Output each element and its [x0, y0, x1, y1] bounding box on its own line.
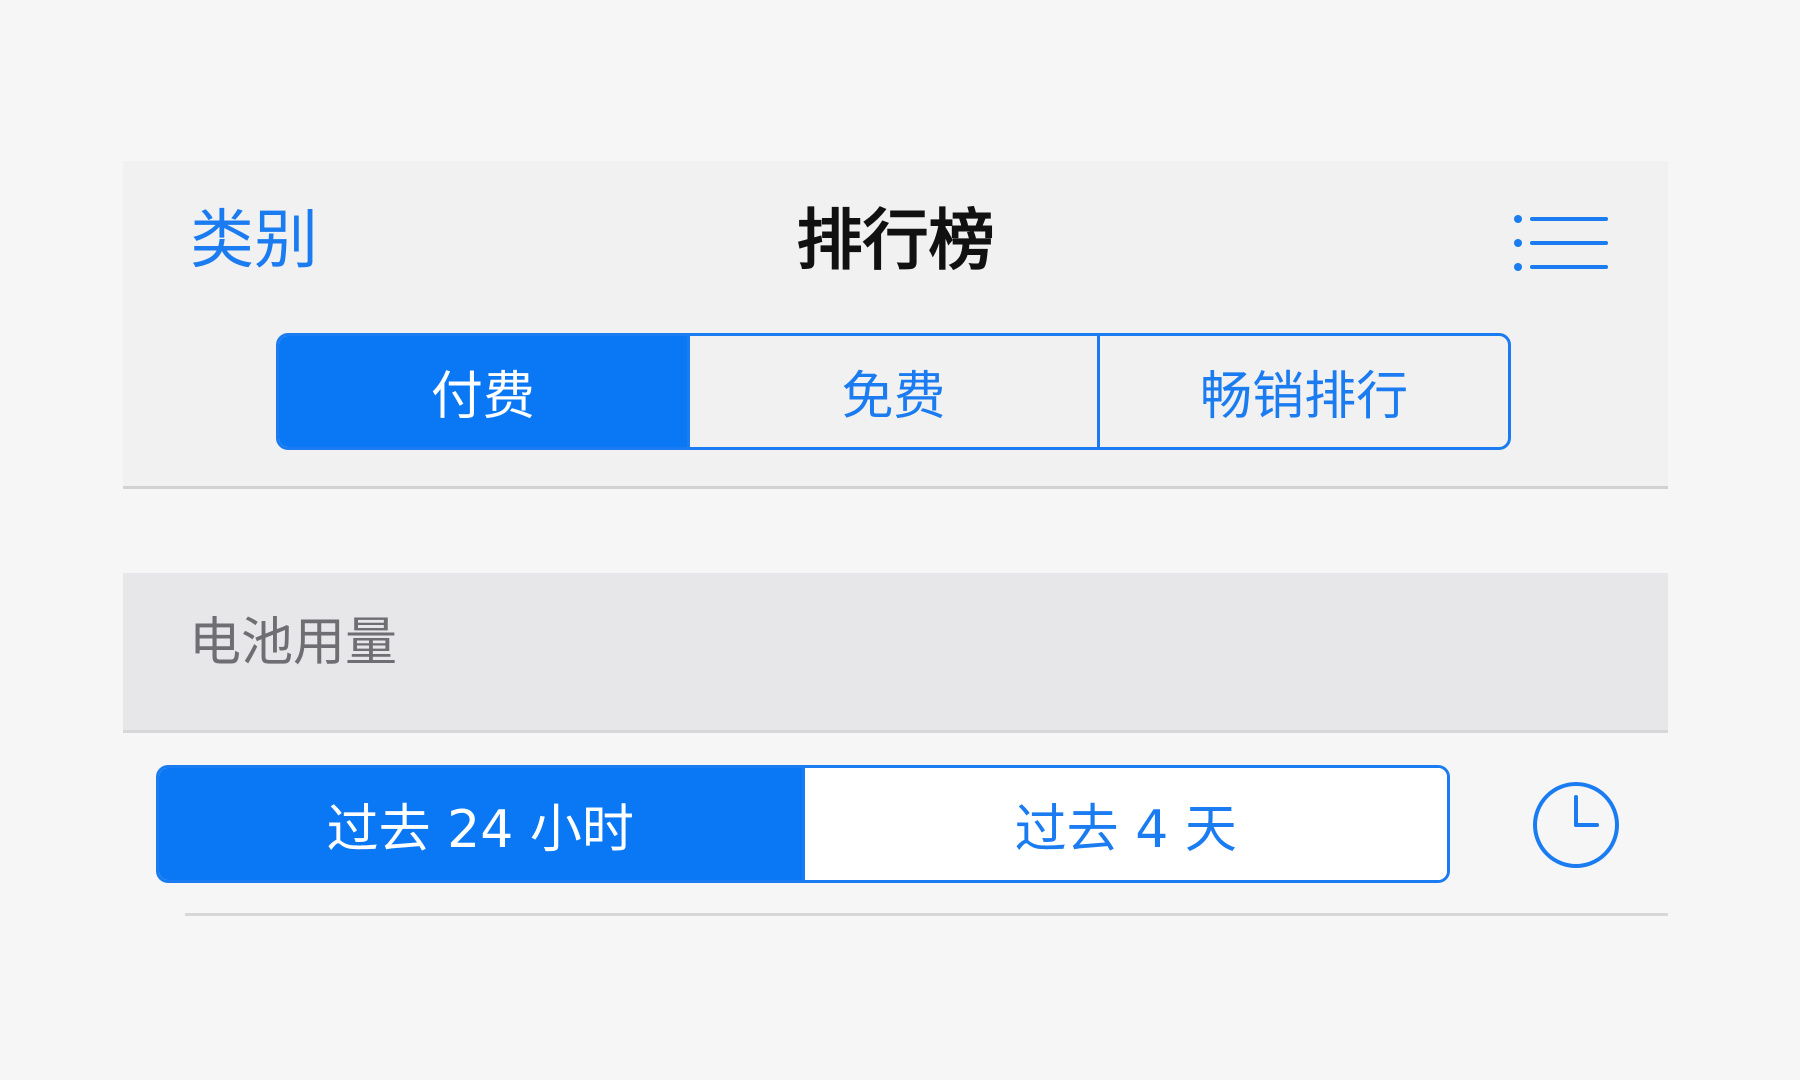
tab-free[interactable]: 免费 — [686, 336, 1098, 447]
tab-top-grossing[interactable]: 畅销排行 — [1097, 336, 1508, 447]
time-range-segmented-control: 过去 24 小时 过去 4 天 — [156, 765, 1450, 883]
navigation-bar: 类别 排行榜 付费 免费 畅销排行 — [123, 161, 1668, 489]
tab-last-24-hours[interactable]: 过去 24 小时 — [159, 768, 802, 880]
tab-last-4-days[interactable]: 过去 4 天 — [801, 768, 1447, 880]
section-title: 电池用量 — [189, 613, 398, 673]
tab-paid[interactable]: 付费 — [279, 336, 687, 447]
row-separator — [185, 913, 1668, 916]
battery-usage-section-header: 电池用量 — [123, 573, 1668, 733]
page-title: 排行榜 — [796, 202, 995, 279]
list-icon[interactable] — [1513, 211, 1608, 276]
chart-type-segmented-control: 付费 免费 畅销排行 — [276, 333, 1511, 450]
clock-icon[interactable] — [1531, 780, 1621, 870]
